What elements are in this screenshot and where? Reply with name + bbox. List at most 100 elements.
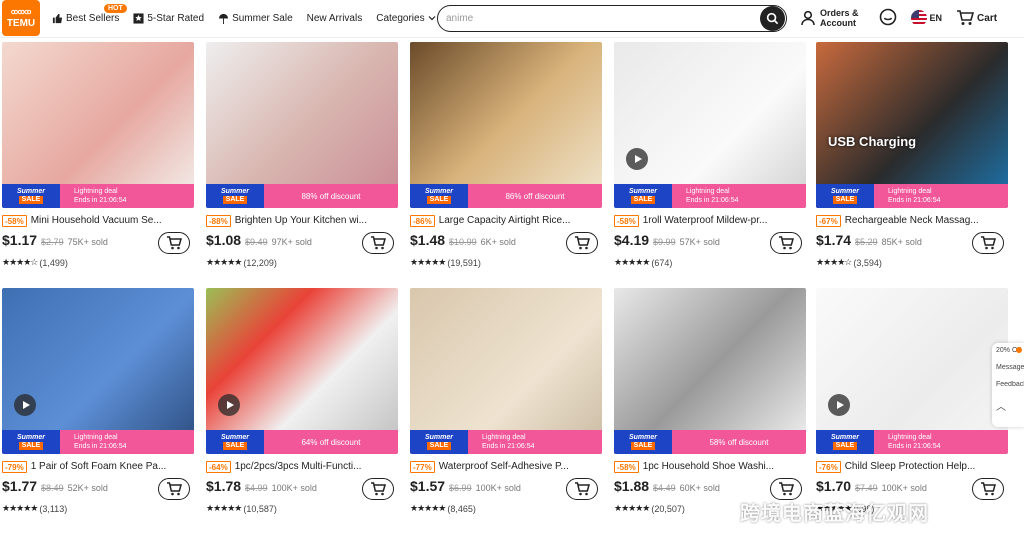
play-video-icon[interactable] <box>828 394 850 416</box>
product-title-row[interactable]: -58% Mini Household Vacuum Se... <box>2 215 194 227</box>
cart-add-icon <box>981 236 996 250</box>
product-card[interactable]: Summer SALE Lightning deal Ends in 21:06:5… <box>2 288 194 514</box>
chevron-down-icon <box>428 16 436 21</box>
rating-row: ★★★★★ (3,113) <box>2 503 194 514</box>
product-price: $1.77 <box>2 478 38 494</box>
add-to-cart-button[interactable] <box>566 478 598 500</box>
language-selector[interactable]: EN <box>910 10 942 26</box>
cart-add-icon <box>167 236 182 250</box>
product-title[interactable]: Brighten Up Your Kitchen wi... <box>235 215 367 227</box>
product-title-row[interactable]: -79% 1 Pair of Soft Foam Knee Pa... <box>2 461 194 473</box>
side-feedback-link[interactable]: Feedback <box>996 381 1024 388</box>
price-row: $1.77 $8.49 52K+ sold <box>2 478 194 500</box>
rating-row: ★★★★★ (10,587) <box>206 503 398 514</box>
product-card[interactable]: Summer SALE 58% off discount -58% 1pc Hou… <box>614 288 806 514</box>
product-image[interactable]: Summer SALE 88% off discount <box>206 42 398 208</box>
product-card[interactable]: Summer SALE Lightning deal Ends in 21:06:5… <box>816 288 1008 514</box>
user-icon <box>801 10 815 26</box>
product-title[interactable]: 1pc/2pcs/3pcs Multi-Functi... <box>235 461 362 473</box>
support-chat-button[interactable] <box>879 8 897 29</box>
us-flag-icon <box>910 10 927 26</box>
product-image[interactable]: Summer SALE Lightning deal Ends in 21:06:5… <box>816 288 1008 454</box>
sale-banner: Summer SALE Lightning deal Ends in 21:06:5… <box>2 184 194 208</box>
nav-new-arrivals[interactable]: New Arrivals <box>307 13 363 24</box>
add-to-cart-button[interactable] <box>158 478 190 500</box>
product-card[interactable]: Summer SALE Lightning deal Ends in 21:06:5… <box>410 288 602 514</box>
product-card[interactable]: USB Charging Summer SALE Lightning deal En… <box>816 42 1008 268</box>
cart-icon <box>957 10 975 25</box>
review-count: (12,209) <box>243 257 277 268</box>
product-title-row[interactable]: -88% Brighten Up Your Kitchen wi... <box>206 215 398 227</box>
lightning-deal-label: Lightning deal Ends in 21:06:54 <box>60 184 194 208</box>
product-image[interactable]: Summer SALE 58% off discount <box>614 288 806 454</box>
discount-badge: -79% <box>2 461 27 473</box>
product-title[interactable]: Waterproof Self-Adhesive P... <box>439 461 569 473</box>
product-title-row[interactable]: -64% 1pc/2pcs/3pcs Multi-Functi... <box>206 461 398 473</box>
nav-categories[interactable]: Categories <box>376 13 436 24</box>
product-title[interactable]: 1roll Waterproof Mildew-pr... <box>643 215 768 227</box>
top-header: ꚙꚙꚙ TEMU Best Sellers HOT 5-Star Rated S… <box>0 0 1024 38</box>
nav-summer-sale[interactable]: Summer Sale <box>218 13 293 24</box>
product-title[interactable]: Child Sleep Protection Help... <box>845 461 976 473</box>
product-card[interactable]: Summer SALE 86% off discount -86% Large C… <box>410 42 602 268</box>
lightning-deal-label: Lightning deal Ends in 21:06:54 <box>874 184 1008 208</box>
star-rating: ★★★★☆ <box>816 257 852 267</box>
product-card[interactable]: Summer SALE 64% off discount -64% 1pc/2pc… <box>206 288 398 514</box>
product-image[interactable]: USB Charging Summer SALE Lightning deal En… <box>816 42 1008 208</box>
product-card[interactable]: Summer SALE 88% off discount -88% Brighte… <box>206 42 398 268</box>
add-to-cart-button[interactable] <box>362 478 394 500</box>
sold-count: 100K+ sold <box>475 483 521 493</box>
play-video-icon[interactable] <box>218 394 240 416</box>
product-title[interactable]: Mini Household Vacuum Se... <box>31 215 162 227</box>
add-to-cart-button[interactable] <box>362 232 394 254</box>
add-to-cart-button[interactable] <box>158 232 190 254</box>
product-image[interactable]: Summer SALE 64% off discount <box>206 288 398 454</box>
discount-badge: -58% <box>2 215 27 227</box>
search-input[interactable] <box>446 13 760 24</box>
review-count: (3,594) <box>853 257 882 268</box>
product-title[interactable]: 1pc Household Shoe Washi... <box>643 461 774 473</box>
orders-account-link[interactable]: Orders & Account <box>800 8 859 28</box>
scroll-top-button[interactable]: ︿ <box>996 398 1024 413</box>
add-to-cart-button[interactable] <box>972 232 1004 254</box>
product-title-row[interactable]: -67% Rechargeable Neck Massag... <box>816 215 1008 227</box>
nav-5-star-rated[interactable]: 5-Star Rated <box>133 13 204 24</box>
product-title[interactable]: 1 Pair of Soft Foam Knee Pa... <box>31 461 167 473</box>
product-title[interactable]: Large Capacity Airtight Rice... <box>439 215 571 227</box>
product-price: $1.70 <box>816 478 852 494</box>
product-image[interactable]: Summer SALE Lightning deal Ends in 21:06:5… <box>2 288 194 454</box>
product-image[interactable]: Summer SALE 86% off discount <box>410 42 602 208</box>
discount-label: 64% off discount <box>264 430 398 454</box>
star-rating: ★★★★★ <box>410 257 446 267</box>
temu-logo[interactable]: ꚙꚙꚙ TEMU <box>2 0 40 36</box>
product-card[interactable]: Summer SALE Lightning deal Ends in 21:06:5… <box>614 42 806 268</box>
add-to-cart-button[interactable] <box>770 232 802 254</box>
product-card[interactable]: Summer SALE Lightning deal Ends in 21:06:5… <box>2 42 194 268</box>
sold-count: 97K+ sold <box>271 237 312 247</box>
cart-link[interactable]: Cart <box>956 10 997 26</box>
summer-sale-badge: Summer SALE <box>614 430 672 454</box>
price-row: $1.17 $2.79 75K+ sold <box>2 232 194 254</box>
product-price: $1.17 <box>2 232 38 248</box>
product-image[interactable]: Summer SALE Lightning deal Ends in 21:06:5… <box>614 42 806 208</box>
search-button[interactable] <box>760 6 785 31</box>
product-title-row[interactable]: -58% 1roll Waterproof Mildew-pr... <box>614 215 806 227</box>
product-title[interactable]: Rechargeable Neck Massag... <box>845 215 979 227</box>
product-image[interactable]: Summer SALE Lightning deal Ends in 21:06:5… <box>2 42 194 208</box>
product-image[interactable]: Summer SALE Lightning deal Ends in 21:06:5… <box>410 288 602 454</box>
add-to-cart-button[interactable] <box>566 232 598 254</box>
play-video-icon[interactable] <box>14 394 36 416</box>
product-title-row[interactable]: -77% Waterproof Self-Adhesive P... <box>410 461 602 473</box>
play-video-icon[interactable] <box>626 148 648 170</box>
hot-badge: HOT <box>104 3 127 13</box>
add-to-cart-button[interactable] <box>972 478 1004 500</box>
summer-sale-badge: Summer SALE <box>206 430 264 454</box>
side-message-link[interactable]: Message <box>996 364 1024 371</box>
main-nav: Best Sellers HOT 5-Star Rated Summer Sal… <box>52 0 436 36</box>
price-row: $4.19 $9.99 57K+ sold <box>614 232 806 254</box>
original-price: $5.29 <box>855 237 878 247</box>
product-title-row[interactable]: -86% Large Capacity Airtight Rice... <box>410 215 602 227</box>
product-title-row[interactable]: -58% 1pc Household Shoe Washi... <box>614 461 806 473</box>
product-title-row[interactable]: -76% Child Sleep Protection Help... <box>816 461 1008 473</box>
nav-best-sellers[interactable]: Best Sellers HOT <box>52 3 127 24</box>
